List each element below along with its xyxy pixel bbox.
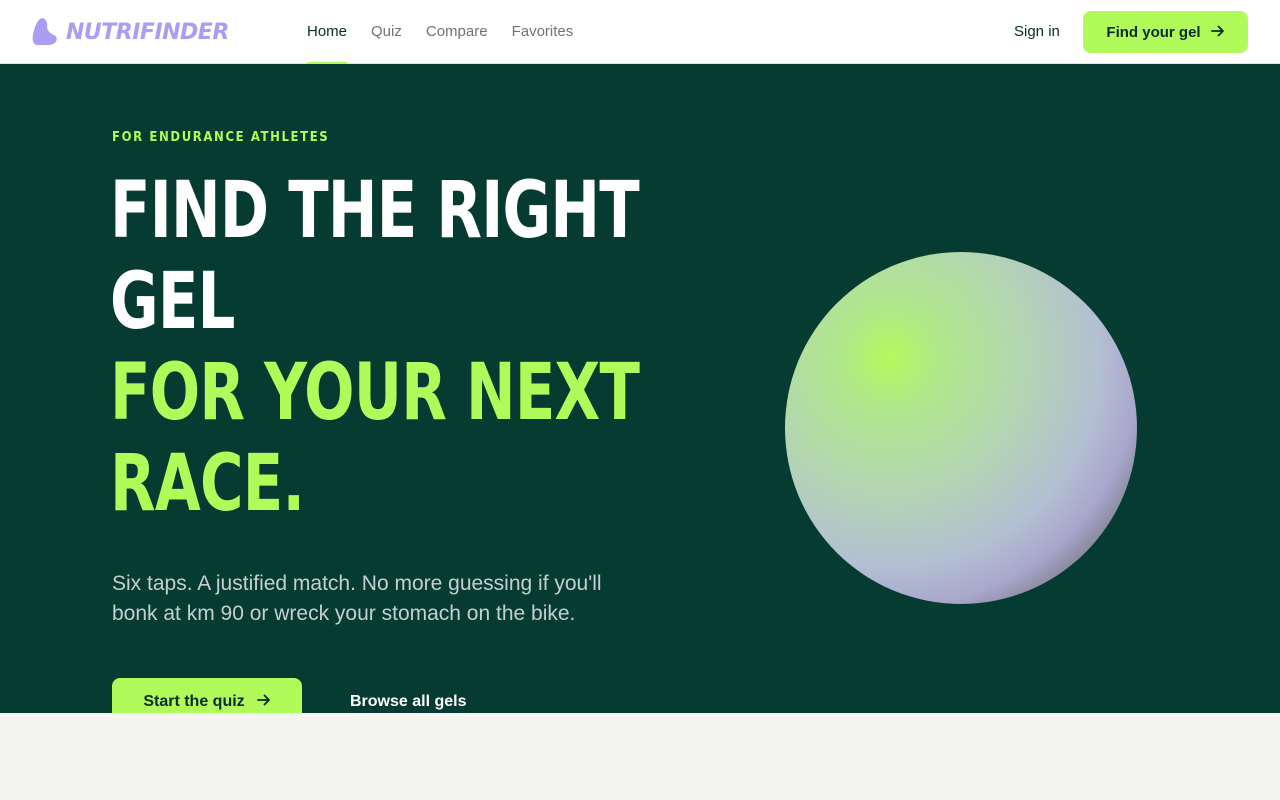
nav-link-favorites[interactable]: Favorites [512,0,574,63]
top-navigation: NUTRIFINDER Home Quiz Compare Favorites … [0,0,1280,65]
hero-section: FOR ENDURANCE ATHLETES FIND THE RIGHT GE… [0,64,1280,713]
nav-link-home[interactable]: Home [307,0,348,65]
arrow-right-icon [1210,24,1225,41]
nav-link-quiz[interactable]: Quiz [371,0,402,63]
nav-link-label: Quiz [371,23,402,40]
hero-subcopy: Six taps. A justified match. No more gue… [112,572,602,625]
sign-in-link[interactable]: Sign in [1014,0,1060,63]
hero-headline: FIND THE RIGHT GEL FOR YOUR NEXT RACE. [110,166,640,530]
browse-all-gels-link[interactable]: Browse all gels [350,678,467,713]
nav-link-label: Compare [425,23,488,40]
hero-eyebrow: FOR ENDURANCE ATHLETES [112,130,330,145]
nav-link-label: Home [307,23,348,40]
gel-orb-illustration [785,252,1137,604]
headline-line-1: FIND THE RIGHT [110,166,640,256]
next-section [0,713,1280,800]
start-quiz-button[interactable]: Start the quiz [112,678,302,713]
nav-link-compare[interactable]: Compare [426,0,488,63]
brand-name: NUTRIFINDER [66,19,229,45]
headline-line-4: RACE. [110,439,305,529]
headline-line-3: FOR YOUR NEXT [110,348,640,438]
primary-nav: Home Quiz Compare Favorites [307,0,574,65]
brand-logo[interactable]: NUTRIFINDER [32,16,229,48]
find-your-gel-label: Find your gel [1106,23,1201,41]
start-quiz-label: Start the quiz [143,693,245,710]
arrow-right-icon [256,693,271,711]
headline-line-2: GEL [110,257,235,347]
drop-blob-icon [32,17,60,47]
find-your-gel-button[interactable]: Find your gel [1083,11,1248,53]
nav-link-label: Favorites [511,23,574,40]
